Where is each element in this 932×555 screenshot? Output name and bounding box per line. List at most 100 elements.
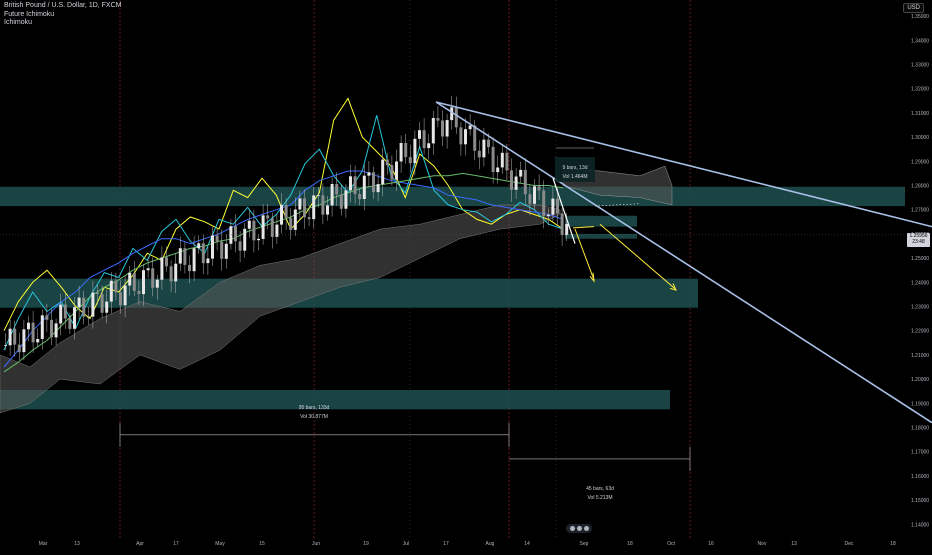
candle-body (132, 272, 136, 291)
candle-body (289, 217, 293, 230)
candle-body (174, 263, 178, 282)
candle-body (399, 143, 403, 162)
candle-body (123, 285, 127, 306)
y-axis-tick: 1.32000 (911, 87, 929, 93)
y-axis-tick: 1.22000 (911, 329, 929, 335)
candle-body (408, 157, 412, 164)
x-axis-tick: Aug (486, 541, 495, 547)
candle-body (142, 270, 145, 295)
candle-body (353, 176, 357, 194)
last-price-tag: 1.25956 23:48 (907, 233, 930, 247)
candle-body (326, 205, 329, 215)
candle-body (298, 198, 302, 210)
candle-body (68, 318, 72, 329)
candle-body (459, 127, 463, 145)
candle-body (96, 292, 99, 294)
candle-body (556, 198, 559, 214)
candle-body (59, 304, 63, 324)
tool-dot-icon[interactable] (576, 526, 582, 531)
y-axis-tick: 1.16000 (911, 474, 929, 480)
candle-body (293, 209, 297, 230)
candle-body (505, 152, 509, 171)
chart-area[interactable]: 95 bars, 133d Vol 30.877M 45 bars, 63d Vol … (0, 0, 932, 550)
candle-body (211, 235, 214, 259)
chart-tools-badge[interactable] (566, 524, 592, 533)
candle-body (45, 315, 49, 320)
x-axis-tick: 17 (173, 541, 179, 547)
measure-volume: Vol 30.877M (300, 414, 328, 420)
x-axis-tick: Nov (758, 541, 767, 547)
candle-body (487, 139, 490, 147)
candle-body (280, 204, 283, 225)
candle-body (31, 322, 35, 343)
candle-body (50, 319, 53, 338)
tool-dot-icon[interactable] (583, 526, 589, 531)
candle-body (560, 213, 564, 235)
x-axis-tick: Jun (312, 541, 320, 547)
candle-body (243, 228, 247, 251)
candle-body (339, 194, 343, 209)
tool-dot-icon[interactable] (569, 526, 575, 531)
candle-body (316, 195, 320, 196)
candle-body (261, 215, 265, 239)
indicator-ichimoku[interactable]: Ichimoku (4, 19, 121, 28)
candle-body (307, 217, 311, 220)
chart-header: British Pound / U.S. Dollar, 1D, FXCM Fu… (4, 2, 121, 28)
x-axis-tick: 18 (890, 541, 896, 547)
candle-body (349, 176, 352, 191)
measure-volume: Vol 1.464M (562, 174, 587, 180)
candle-body (441, 120, 444, 137)
candle-body (422, 130, 426, 149)
x-axis-tick: Apr (136, 541, 144, 547)
symbol-title[interactable]: British Pound / U.S. Dollar, 1D, FXCM (4, 2, 121, 11)
candle-body (155, 279, 159, 288)
price-chart[interactable]: 95 bars, 133d Vol 30.877M 45 bars, 63d Vol … (0, 0, 932, 550)
y-axis-tick: 1.33000 (911, 63, 929, 69)
candle-body (482, 139, 486, 158)
candle-body (169, 266, 173, 282)
candle-body (160, 257, 164, 280)
candle-body (224, 243, 228, 259)
candle-body (119, 292, 122, 306)
candle-body (533, 186, 536, 204)
candle-body (188, 264, 191, 272)
candle-body (445, 120, 449, 137)
candle-body (376, 184, 380, 193)
candle-body (477, 150, 481, 158)
x-axis-tick: 13 (791, 541, 797, 547)
candle-body (247, 220, 251, 229)
y-axis-tick: 1.14000 (911, 522, 929, 528)
indicator-future-ichimoku[interactable]: Future Ichimoku (4, 11, 121, 20)
candle-body (565, 223, 569, 236)
candle-body (427, 143, 431, 149)
candle-body (390, 165, 394, 180)
candle-body (468, 125, 472, 130)
candle-body (500, 152, 504, 168)
candle-body (358, 194, 362, 200)
candle-body (201, 243, 205, 264)
y-axis-tick: 1.18000 (911, 426, 929, 432)
x-axis-tick: Dec (845, 541, 854, 547)
x-axis-tick: 14 (524, 541, 530, 547)
candle-body (114, 280, 118, 293)
candle-body (367, 172, 371, 176)
candle-body (284, 204, 288, 218)
y-axis-tick: 1.23000 (911, 305, 929, 311)
y-axis-tick: 1.25000 (911, 256, 929, 262)
y-axis-tick: 1.27000 (911, 208, 929, 214)
candle-body (404, 143, 408, 158)
candle-body (22, 329, 26, 353)
candle-body (257, 238, 260, 241)
candle-body (109, 280, 113, 302)
candle-body (454, 107, 458, 128)
candle-body (436, 118, 440, 121)
y-axis-tick: 1.17000 (911, 450, 929, 456)
candle-body (183, 248, 187, 265)
candle-body (330, 184, 334, 206)
candle-body (523, 169, 527, 195)
candle-body (528, 194, 532, 204)
y-axis-tick: 1.34000 (911, 38, 929, 44)
candle-body (238, 241, 242, 251)
currency-badge[interactable]: USD (903, 3, 924, 13)
candle-body (36, 339, 40, 343)
